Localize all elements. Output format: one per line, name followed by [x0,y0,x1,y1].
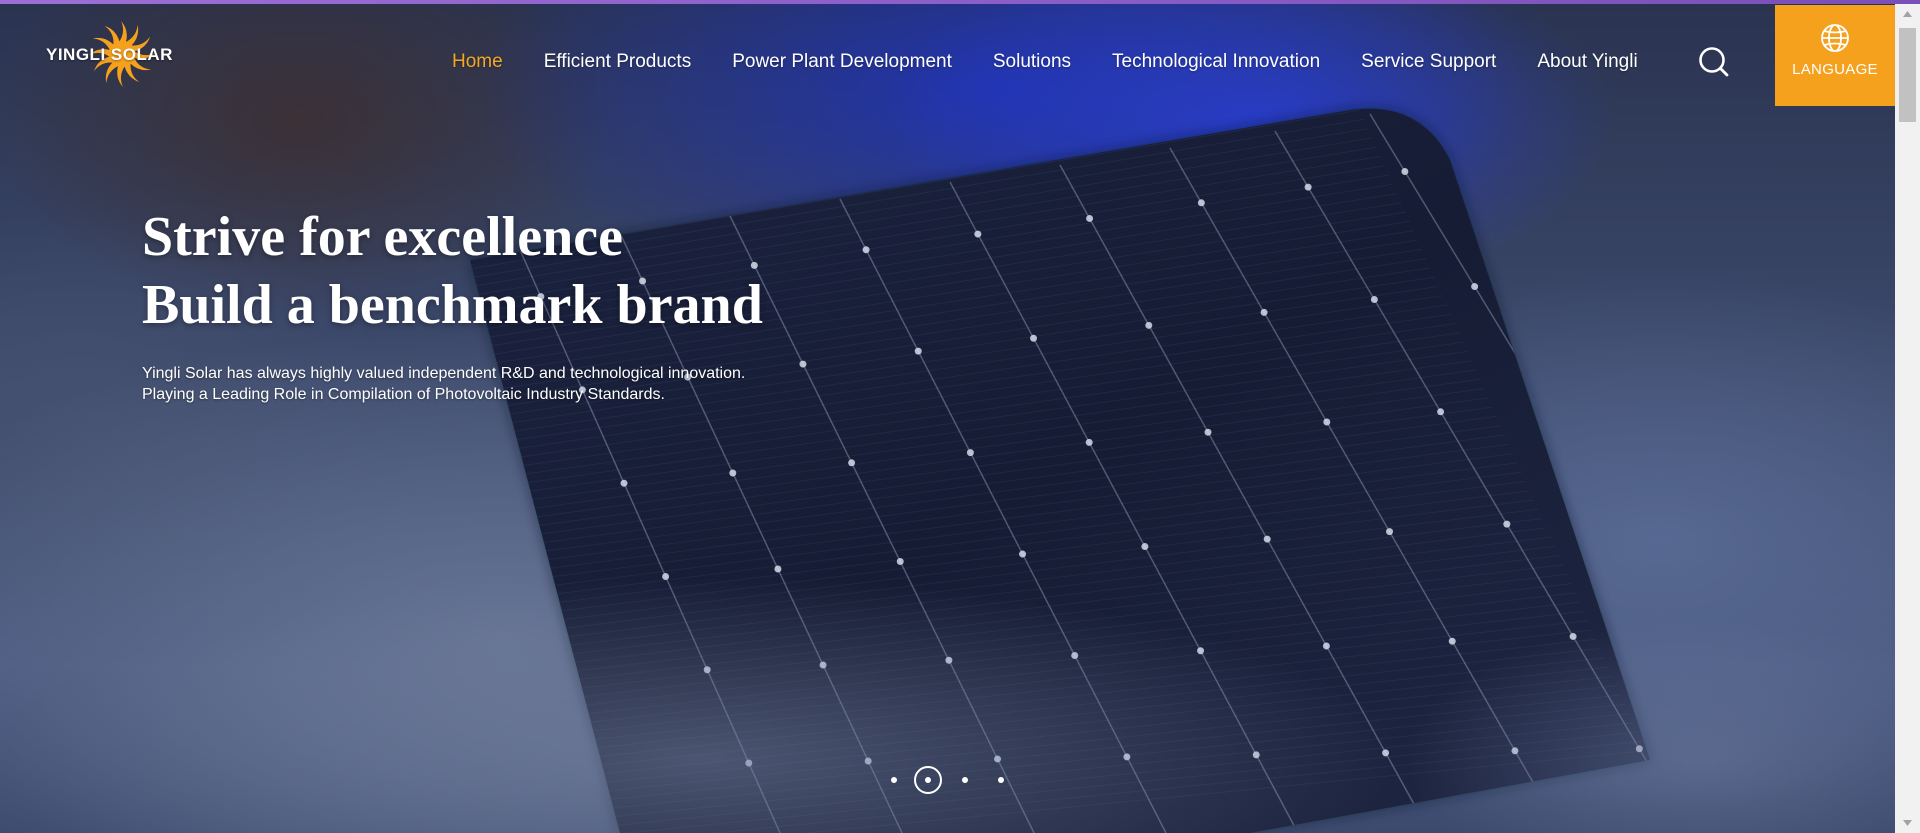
vertical-scrollbar[interactable] [1895,4,1920,833]
slider-dot-3[interactable] [962,777,968,783]
search-button[interactable] [1697,45,1731,79]
language-label: LANGUAGE [1792,61,1878,78]
slider-pagination [880,763,1020,797]
main-nav: Home Efficient Products Power Plant Deve… [452,47,1679,77]
slider-dot-2-center [925,777,931,783]
nav-item-efficient-products[interactable]: Efficient Products [544,51,692,73]
hero-description-line-2: Playing a Leading Role in Compilation of… [142,386,665,403]
page: YINGLI SOLAR Home Efficient Products Pow… [0,0,1920,833]
slider-dot-4[interactable] [998,777,1004,783]
solar-panel-image [470,108,1650,833]
nav-item-power-plant-development[interactable]: Power Plant Development [732,51,952,73]
hero-description: Yingli Solar has always highly valued in… [142,363,862,405]
logo-text: YINGLI SOLAR [46,45,173,64]
hero-description-line-1: Yingli Solar has always highly valued in… [142,365,746,382]
yingli-logo[interactable]: YINGLI SOLAR [46,18,196,90]
globe-icon [1821,24,1849,52]
search-icon [1699,47,1729,77]
language-button[interactable]: LANGUAGE [1775,5,1895,106]
hero-title-line-1: Strive for excellence [142,206,623,268]
top-accent-bar [0,0,1920,4]
site-header: YINGLI SOLAR Home Efficient Products Pow… [0,4,1920,114]
nav-item-solutions[interactable]: Solutions [993,51,1071,73]
hero-title-line-2: Build a benchmark brand [142,274,763,336]
slider-dot-1[interactable] [891,777,897,783]
scroll-up-arrow-icon[interactable] [1895,4,1920,24]
nav-item-technological-innovation[interactable]: Technological Innovation [1112,51,1320,73]
nav-item-service-support[interactable]: Service Support [1361,51,1496,73]
scrollbar-thumb[interactable] [1899,28,1916,122]
nav-item-home[interactable]: Home [452,51,503,73]
hero-title: Strive for excellence Build a benchmark … [142,203,862,339]
nav-item-about-yingli[interactable]: About Yingli [1537,51,1637,73]
scroll-down-arrow-icon[interactable] [1895,813,1920,833]
slider-dot-2-active[interactable] [914,766,942,794]
hero-content: Strive for excellence Build a benchmark … [142,203,862,405]
